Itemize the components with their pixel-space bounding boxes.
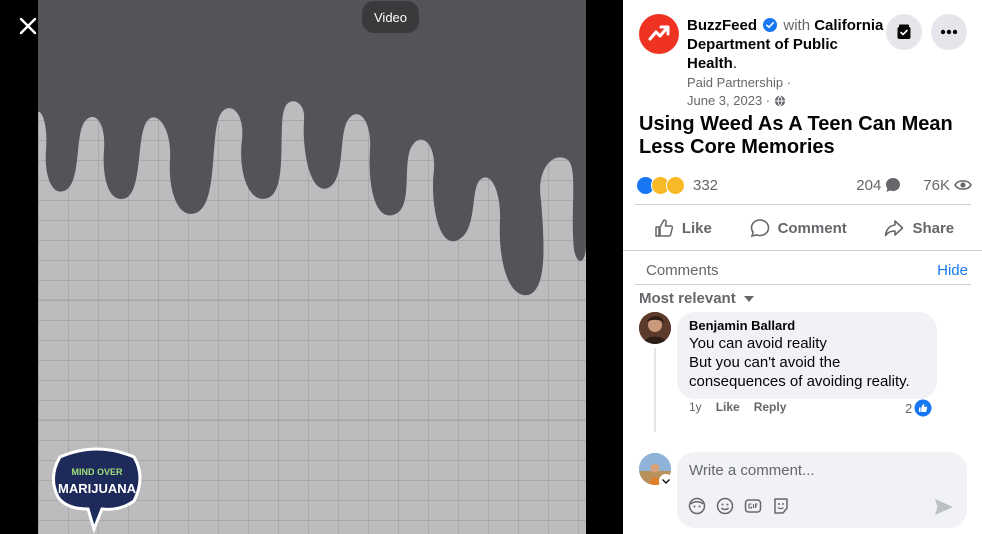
video-player[interactable]: MIND OVER MARIJUANA	[38, 0, 586, 534]
video-label: Video	[362, 1, 420, 33]
reaction-icons[interactable]	[636, 175, 685, 195]
post-title: Using Weed As A Teen Can Mean Less Core …	[639, 113, 953, 158]
avatar-sticker-icon	[688, 497, 706, 515]
comment-actions: 1y Like Reply	[689, 400, 786, 414]
partner-suffix: .	[732, 55, 738, 72]
gif-button[interactable]	[743, 496, 763, 516]
comment-icon	[750, 219, 769, 238]
chevron-down-icon	[662, 478, 670, 484]
avatar-image	[639, 312, 671, 344]
comment-label: Comment	[777, 219, 847, 237]
gif-icon	[744, 499, 762, 513]
comment-age[interactable]: 1y	[689, 400, 702, 414]
comment-count[interactable]: 204	[856, 177, 881, 194]
share-button[interactable]: Share	[876, 214, 962, 242]
like-label: Like	[681, 219, 712, 237]
comment-text-line: But you can't avoid the	[689, 354, 841, 371]
share-label: Share	[912, 219, 955, 237]
comment-like-count[interactable]: 2	[905, 399, 932, 417]
svg-text:MIND OVER: MIND OVER	[71, 467, 123, 477]
globe-icon	[774, 95, 786, 107]
verified-badge-icon	[763, 18, 778, 32]
comment-like-button[interactable]: Like	[716, 400, 740, 414]
divider	[635, 204, 971, 205]
page-avatar[interactable]	[639, 14, 679, 54]
comment-sort-dropdown[interactable]: Most relevant	[639, 290, 754, 307]
save-button[interactable]	[886, 14, 922, 50]
more-options-button[interactable]	[931, 14, 967, 50]
like-reaction-icon	[914, 399, 932, 417]
composer-tools	[687, 496, 791, 516]
commenter-avatar[interactable]	[639, 312, 671, 344]
reaction-count[interactable]: 332	[693, 177, 718, 194]
comments-header: Comments Hide	[646, 262, 968, 279]
comment-input-placeholder[interactable]: Write a comment...	[689, 462, 815, 479]
post-header: BuzzFeed with California Department of P…	[687, 16, 892, 73]
post-viewer: MIND OVER MARIJUANA Video BuzzFeed with	[0, 0, 982, 534]
view-count[interactable]: 76K	[923, 177, 950, 194]
avatar-sticker-button[interactable]	[687, 496, 707, 516]
share-arrow-icon	[885, 220, 904, 237]
post-actions: Like Comment Share	[635, 210, 973, 246]
post-stats: 204 76K	[856, 177, 972, 194]
close-button[interactable]	[10, 8, 46, 44]
close-icon	[19, 17, 37, 35]
comment-author[interactable]: Benjamin Ballard	[689, 318, 925, 334]
divider	[635, 284, 971, 285]
caret-down-icon	[743, 295, 754, 302]
profile-switch-button[interactable]	[659, 474, 673, 488]
sticker-button[interactable]	[771, 496, 791, 516]
eye-icon	[954, 180, 972, 190]
bookmark-box-icon	[897, 24, 911, 39]
divider	[623, 250, 982, 251]
thumbs-up-icon	[655, 219, 673, 237]
thread-line	[654, 348, 656, 432]
page-name-link[interactable]: BuzzFeed	[687, 17, 757, 34]
comment-bubble: Benjamin Ballard You can avoid reality B…	[677, 312, 937, 399]
hide-comments-link[interactable]: Hide	[937, 262, 968, 279]
more-dots-icon	[940, 29, 958, 35]
sticker-icon	[774, 498, 788, 514]
video-area: MIND OVER MARIJUANA Video	[0, 0, 623, 534]
reactions-summary: 332 204 76K	[636, 172, 972, 198]
comment-reply-button[interactable]: Reply	[754, 400, 787, 414]
post-panel: BuzzFeed with California Department of P…	[623, 0, 982, 534]
paid-partnership-label[interactable]: Paid Partnership ·	[687, 74, 791, 92]
emoji-button[interactable]	[715, 496, 735, 516]
post-meta: Paid Partnership · June 3, 2023 ·	[687, 74, 791, 110]
like-button[interactable]: Like	[646, 214, 720, 242]
comment-text-line: You can avoid reality	[689, 335, 827, 352]
svg-text:MARIJUANA: MARIJUANA	[58, 481, 137, 496]
comments-title: Comments	[646, 262, 719, 279]
comment-composer[interactable]: Write a comment...	[677, 452, 967, 528]
send-icon[interactable]	[933, 496, 955, 518]
comment-text-line: consequences of avoiding reality.	[689, 373, 910, 390]
emoji-icon	[716, 497, 734, 515]
mind-over-marijuana-logo: MIND OVER MARIJUANA	[52, 447, 142, 533]
sort-label: Most relevant	[639, 290, 736, 307]
comment-button[interactable]: Comment	[742, 214, 855, 242]
wow-reaction-icon	[666, 175, 685, 195]
with-text: with	[783, 17, 811, 34]
trending-arrow-icon	[648, 25, 670, 41]
comment-likes-number: 2	[905, 400, 913, 416]
comment-bubble-icon	[886, 178, 901, 192]
post-date[interactable]: June 3, 2023 ·	[687, 92, 770, 110]
